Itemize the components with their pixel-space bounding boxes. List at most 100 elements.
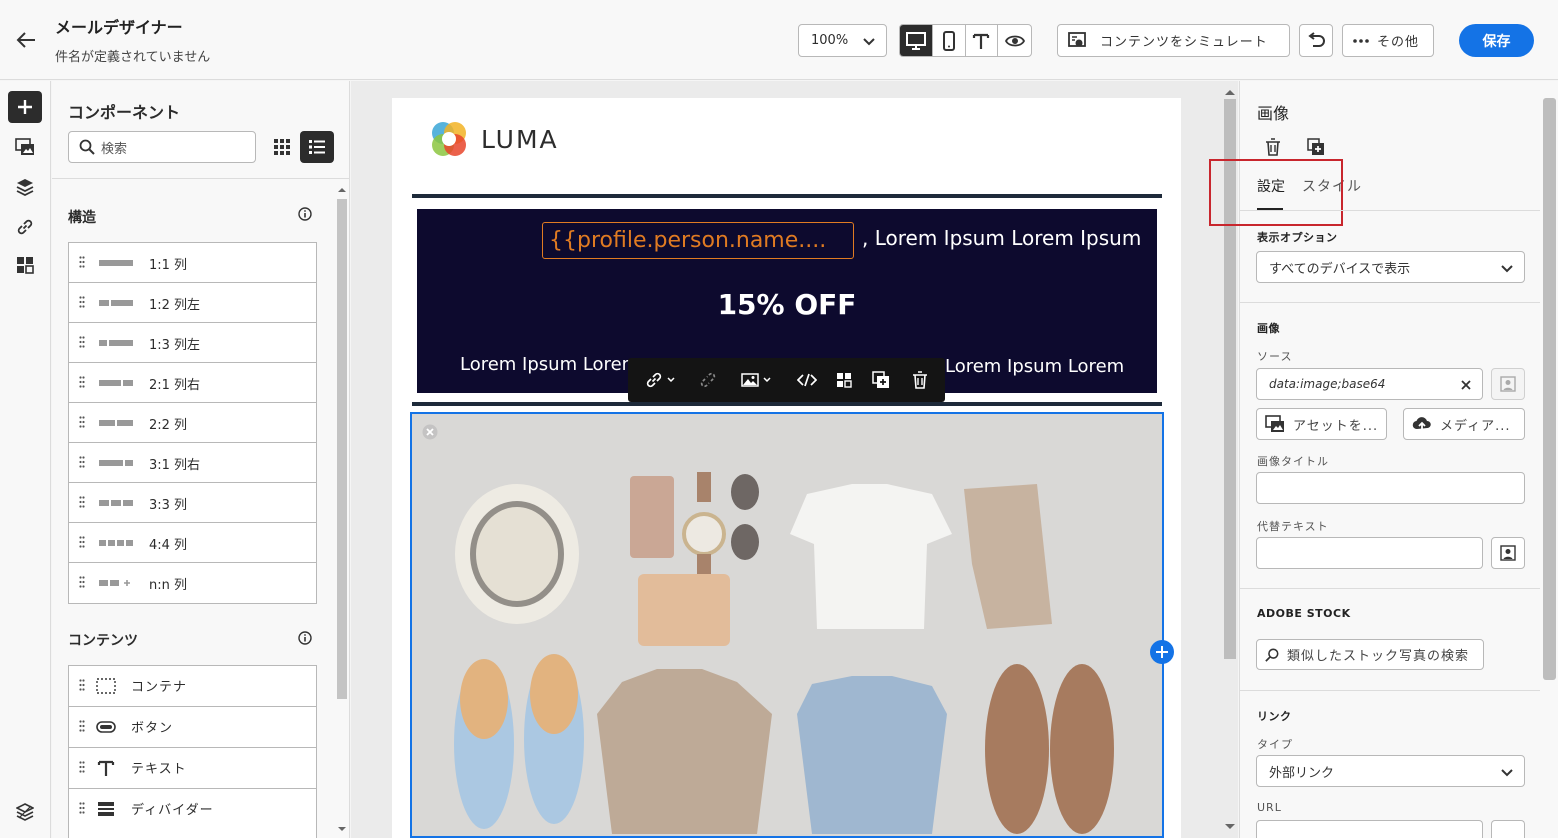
duplicate-image-button[interactable]: [1305, 136, 1327, 158]
simulate-content-button[interactable]: コンテンツをシミュレート: [1057, 24, 1290, 57]
structure-item-2-2[interactable]: 2:2 列: [69, 403, 316, 443]
layout-2-2-icon: [99, 420, 133, 426]
assets-button[interactable]: [8, 131, 42, 163]
info-icon[interactable]: [298, 631, 312, 645]
personalization-token[interactable]: {{profile.person.name....: [542, 222, 854, 259]
page-subtitle: 件名が定義されていません: [55, 50, 211, 65]
drag-handle-icon: [79, 679, 85, 691]
layout-2-1-icon: [99, 380, 133, 386]
layout-4-4-icon: [99, 540, 133, 546]
back-arrow-icon[interactable]: [12, 26, 40, 54]
content-item-button[interactable]: ボタン: [69, 707, 316, 748]
structure-item-1-1[interactable]: 1:1 列: [69, 243, 316, 283]
highlight-annotation: [1209, 159, 1343, 226]
banner-text-right[interactable]: Lorem Ipsum Lorem: [945, 356, 1124, 377]
structure-item-1-3[interactable]: 1:3 列左: [69, 323, 316, 363]
preview-button[interactable]: [998, 25, 1031, 56]
alt-text-personalize-button[interactable]: [1491, 537, 1525, 569]
properties-title: 画像: [1257, 104, 1290, 123]
code-button[interactable]: [788, 358, 826, 402]
content-item-container[interactable]: コンテナ: [69, 666, 316, 707]
zoom-select[interactable]: 100%: [798, 24, 887, 57]
structure-item-4-4[interactable]: 4:4 列: [69, 523, 316, 563]
link-icon: [17, 219, 33, 235]
delete-image-button[interactable]: [1262, 136, 1284, 158]
source-personalize-button[interactable]: [1491, 368, 1525, 400]
delete-button[interactable]: [900, 358, 940, 402]
email-divider[interactable]: [412, 402, 1162, 406]
email-divider[interactable]: [412, 194, 1162, 198]
properties-scrollbar[interactable]: [1543, 98, 1556, 680]
more-button[interactable]: その他: [1342, 24, 1434, 57]
simulate-icon: [1068, 31, 1088, 50]
left-rail: [0, 81, 51, 838]
grid-icon: [274, 139, 290, 155]
upload-media-button[interactable]: メディア...: [1403, 408, 1525, 440]
structure-item-3-3[interactable]: 3:3 列: [69, 483, 316, 523]
stock-search-button[interactable]: 類似したストック写真の検索: [1256, 639, 1484, 670]
code-icon: [797, 373, 817, 387]
link-menu-button[interactable]: [628, 358, 692, 402]
add-block-button[interactable]: [1150, 640, 1174, 664]
source-input[interactable]: data:image;base64: [1256, 368, 1483, 400]
banner-headline[interactable]: 15% OFF: [417, 288, 1157, 321]
image-context-toolbar: [628, 358, 945, 402]
structure-item-1-2[interactable]: 1:2 列左: [69, 283, 316, 323]
mobile-view-button[interactable]: [933, 25, 966, 56]
info-icon[interactable]: [298, 207, 312, 221]
stack-icon: [16, 803, 34, 821]
fashion-flatlay-image: [412, 414, 1162, 836]
unlink-button[interactable]: [692, 358, 724, 402]
layers-button[interactable]: [8, 171, 42, 203]
close-icon[interactable]: [418, 420, 442, 444]
links-button[interactable]: [8, 211, 42, 243]
layout-3-3-icon: [99, 500, 133, 506]
button-icon: [95, 717, 117, 737]
content-item-text[interactable]: テキスト: [69, 748, 316, 789]
clear-icon[interactable]: [1460, 379, 1472, 391]
text-view-button[interactable]: [966, 25, 999, 56]
content-list: コンテナ ボタン テキスト ディバイダー: [68, 665, 317, 838]
banner-text-left[interactable]: Lorem Ipsum Lorem: [460, 354, 639, 375]
component-search-input[interactable]: 検索: [68, 131, 256, 163]
drag-handle-icon: [79, 296, 85, 308]
components-panel: コンポーネント 検索 構造 1:1 列 1:2 列左 1:3 列左 2:1 列右…: [52, 81, 350, 838]
duplicate-button[interactable]: [862, 358, 900, 402]
url-personalize-button[interactable]: [1491, 820, 1525, 838]
structure-item-2-1[interactable]: 2:1 列右: [69, 363, 316, 403]
display-options-select[interactable]: すべてのデバイスで表示: [1256, 251, 1525, 283]
desktop-view-button[interactable]: [900, 25, 933, 56]
plus-icon: [18, 100, 32, 114]
structure-item-label: 1:1 列: [149, 258, 188, 273]
fragments-button[interactable]: [8, 249, 42, 281]
undo-button[interactable]: [1299, 24, 1333, 57]
link-type-select[interactable]: 外部リンク: [1256, 755, 1525, 787]
page-title: メールデザイナー: [55, 18, 183, 37]
grid-view-button[interactable]: [268, 132, 296, 162]
content-item-divider[interactable]: ディバイダー: [69, 789, 316, 830]
structure-item-3-1[interactable]: 3:1 列右: [69, 443, 316, 483]
drag-handle-icon: [79, 720, 85, 732]
chevron-down-icon: [1500, 261, 1514, 275]
divider: [1240, 690, 1540, 691]
chevron-down-icon: [667, 377, 675, 383]
url-input[interactable]: [1256, 820, 1483, 838]
assets-icon: [15, 138, 34, 155]
luma-logo[interactable]: LUMA: [429, 119, 569, 159]
selected-image-block[interactable]: [410, 412, 1164, 838]
alt-text-input[interactable]: [1256, 537, 1483, 569]
layers-bottom-button[interactable]: [8, 796, 42, 828]
save-button[interactable]: 保存: [1459, 24, 1534, 57]
image-section-label: 画像: [1257, 322, 1280, 335]
banner-greeting[interactable]: , Lorem Ipsum Lorem Ipsum: [862, 226, 1141, 250]
components-scrollbar[interactable]: [337, 185, 347, 835]
layout-1-1-icon: [99, 260, 133, 266]
add-components-button[interactable]: [8, 91, 42, 123]
drag-handle-icon: [79, 536, 85, 548]
list-view-button[interactable]: [300, 131, 334, 163]
fragment-button[interactable]: [826, 358, 862, 402]
select-asset-button[interactable]: アセットを...: [1256, 408, 1387, 440]
image-title-input[interactable]: [1256, 472, 1525, 504]
image-menu-button[interactable]: [724, 358, 788, 402]
structure-item-n-n[interactable]: n:n 列: [69, 563, 316, 603]
